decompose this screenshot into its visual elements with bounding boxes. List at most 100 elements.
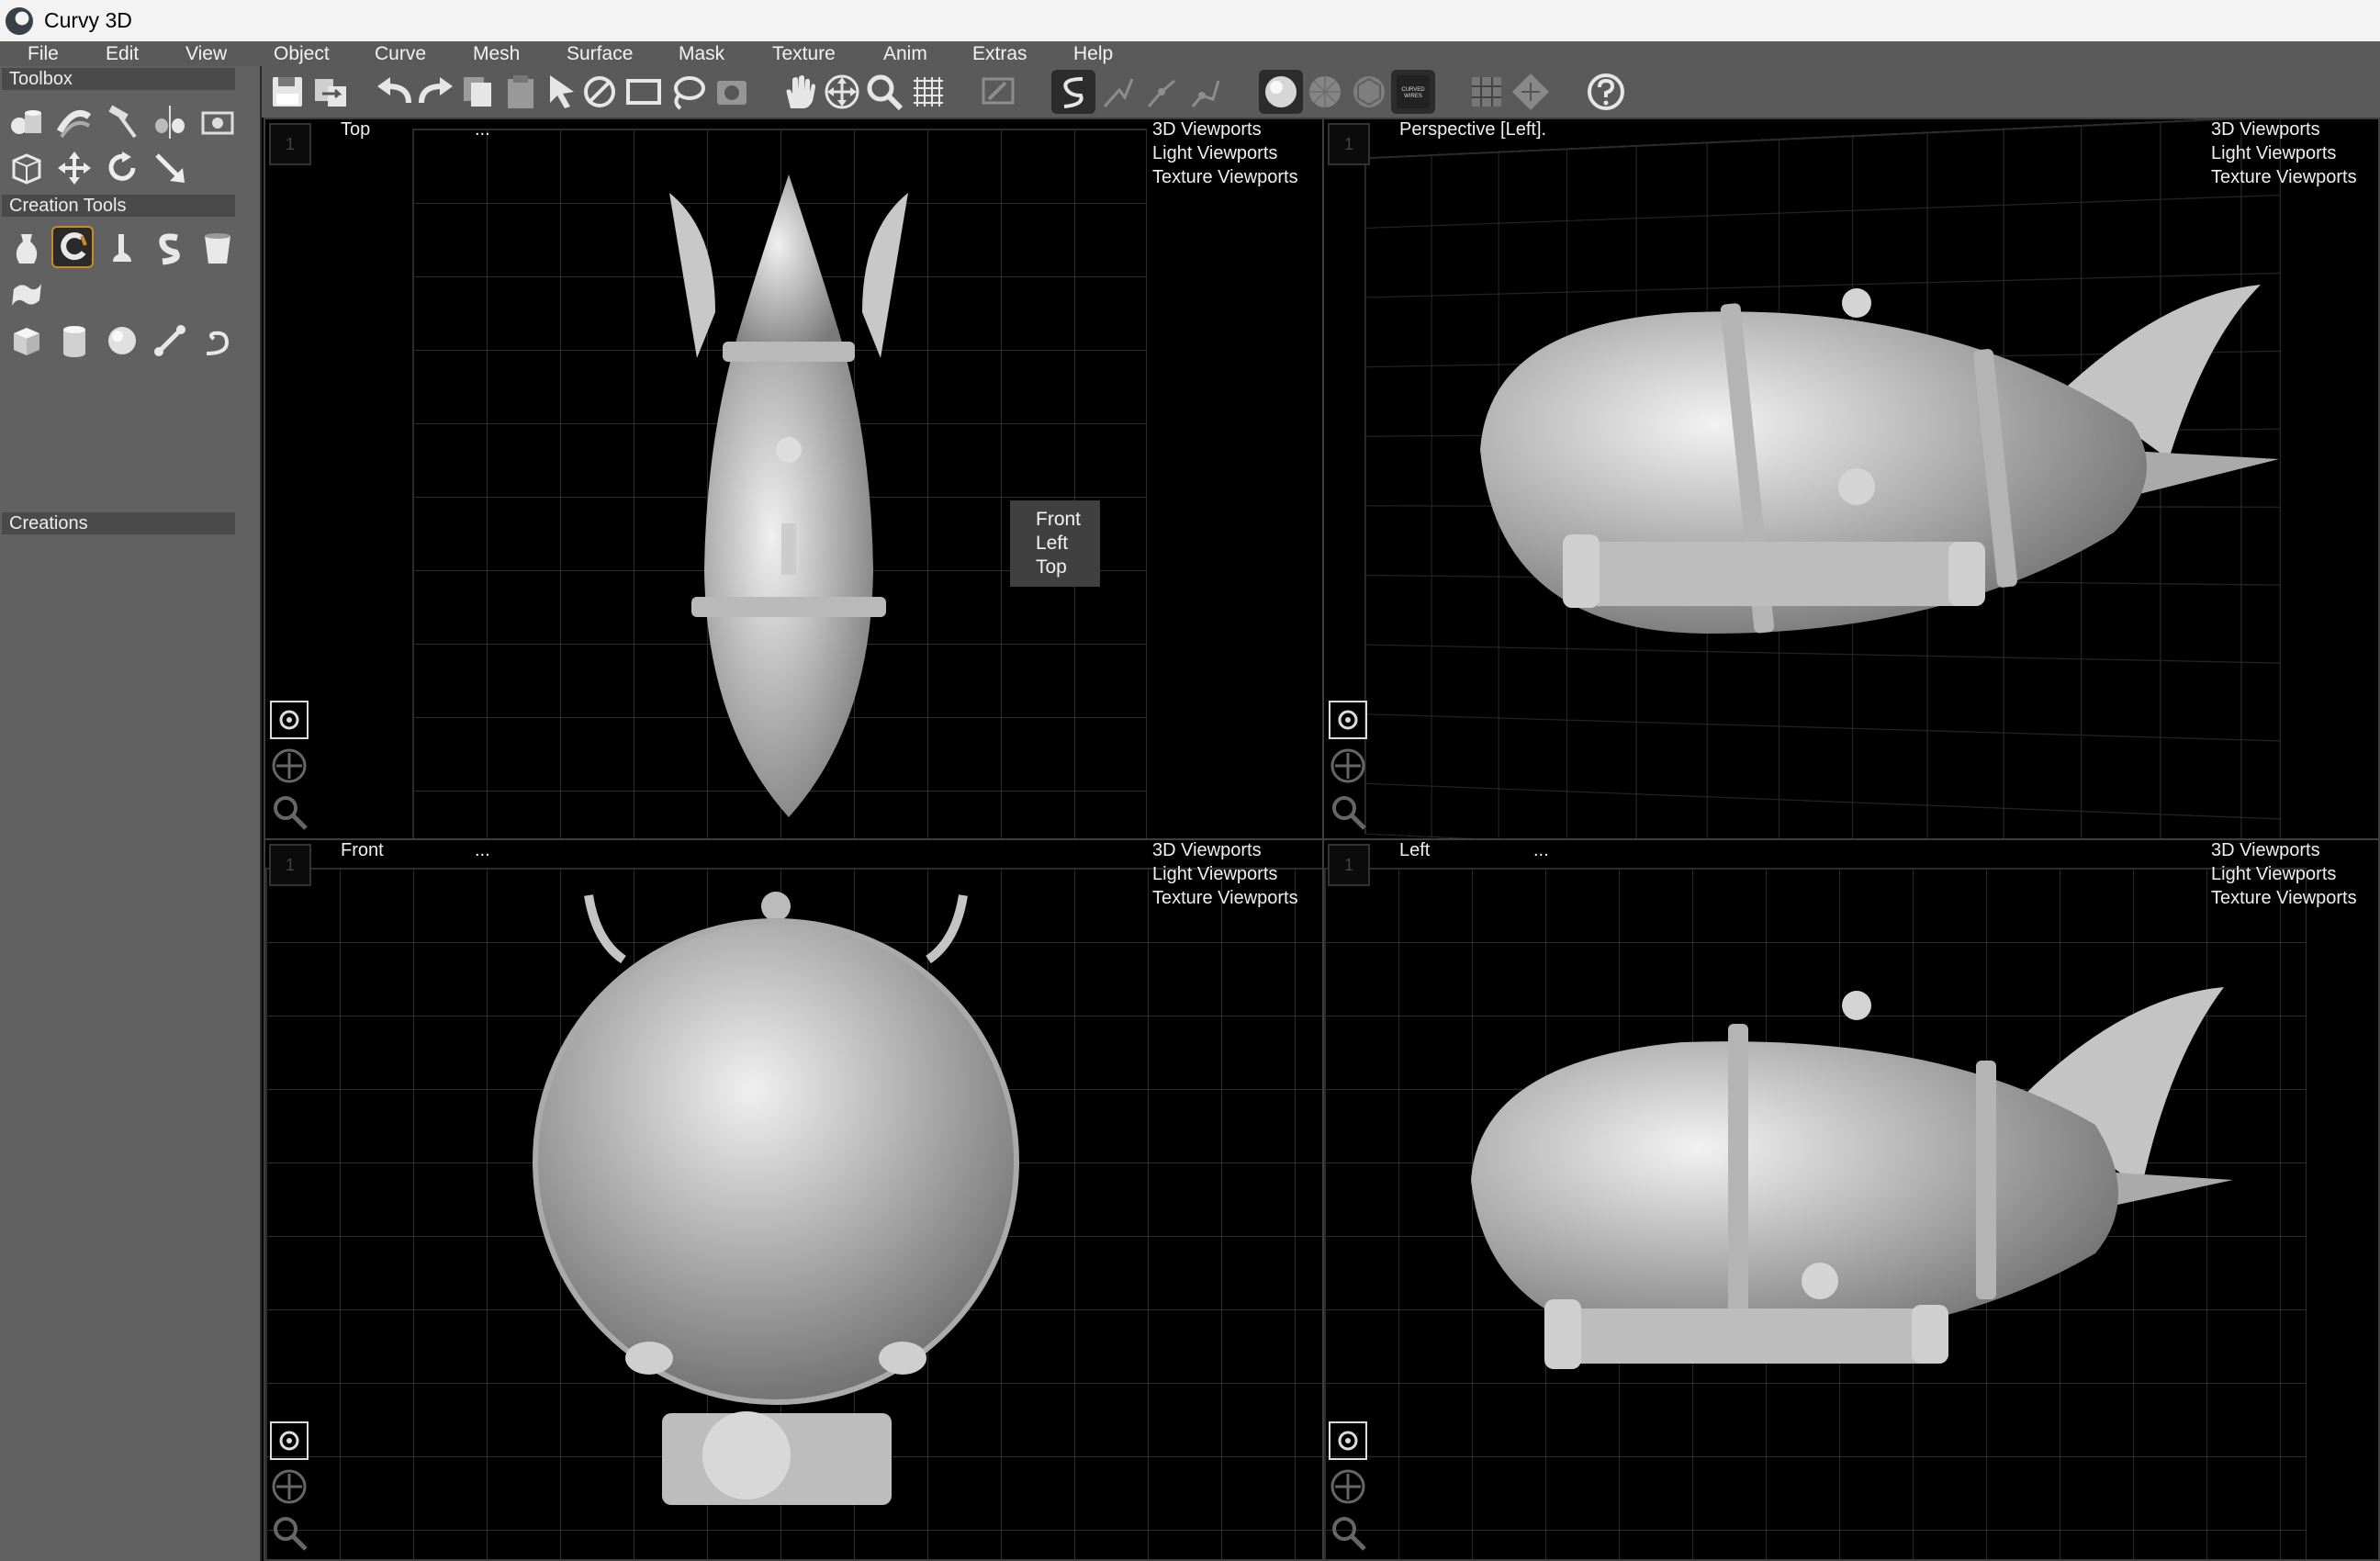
viewport-zoom-icon[interactable] [1328,1512,1368,1553]
cube-icon[interactable] [6,320,48,362]
viewport-label[interactable]: Perspective [Left]. [1399,119,1546,140]
menu-anim[interactable]: Anim [883,43,927,65]
viewport-zoom-icon[interactable] [1328,792,1368,832]
wire-sphere-icon[interactable] [1303,70,1347,114]
viewport-rotate-icon[interactable] [269,700,309,740]
extrude-icon[interactable] [101,228,143,270]
viewport-pan-icon[interactable] [269,746,309,786]
vase-icon[interactable] [6,228,48,270]
link-3d-viewports[interactable]: 3D Viewports [2211,838,2357,862]
import-icon[interactable] [309,70,354,114]
viewport-label[interactable]: Front [341,840,384,861]
viewport-pan-icon[interactable] [1328,746,1368,786]
viewport-zoom-icon[interactable] [269,1512,309,1553]
link-3d-viewports[interactable]: 3D Viewports [1152,838,1298,862]
pan-hand-icon[interactable] [778,70,822,114]
curved-wires-icon[interactable]: CURVED WIRES [1391,70,1435,114]
link-3d-viewports[interactable]: 3D Viewports [2211,118,2357,141]
viewport-label[interactable]: Left [1399,840,1430,861]
curve-add-icon[interactable] [1139,70,1184,114]
camera-icon[interactable] [710,70,754,114]
viewport-pan-icon[interactable] [1328,1466,1368,1507]
rotate-icon[interactable] [101,147,143,189]
lathe-icon[interactable] [51,226,94,268]
popup-item-front[interactable]: Front [1036,508,1100,532]
menu-edit[interactable]: Edit [106,43,139,65]
mirror-icon[interactable] [149,101,191,143]
shaded-sphere-icon[interactable] [1259,70,1303,114]
objects-icon[interactable] [6,101,48,143]
scale-icon[interactable] [149,147,191,189]
viewport-front[interactable]: 1 Front ... 3D Viewports Light Viewports… [264,838,1324,1561]
curve-icon[interactable] [1051,70,1095,114]
link-texture-viewports[interactable]: Texture Viewports [1152,165,1298,189]
deselect-icon[interactable] [578,70,622,114]
viewport-label[interactable]: Top [341,119,370,140]
copy-icon[interactable] [456,70,500,114]
menu-texture[interactable]: Texture [772,43,836,65]
paste-icon[interactable] [499,70,543,114]
paint-icon[interactable] [976,70,1020,114]
viewport-toggle-button[interactable]: 1 [1328,123,1370,165]
menu-surface[interactable]: Surface [567,43,633,65]
link-texture-viewports[interactable]: Texture Viewports [1152,886,1298,910]
sphere-icon[interactable] [101,320,143,362]
viewport-zoom-icon[interactable] [269,792,309,832]
viewport-top[interactable]: 1 Top ... 3D Viewports Light Viewports T… [264,118,1324,840]
menu-file[interactable]: File [28,43,59,65]
image-icon[interactable] [196,101,239,143]
move-view-icon[interactable] [820,70,864,114]
viewport-rotate-icon[interactable] [1328,1421,1368,1461]
curve-remove-icon[interactable] [1184,70,1228,114]
viewport-toggle-button[interactable]: 1 [269,123,311,165]
popup-item-top[interactable]: Top [1036,556,1100,579]
menu-help[interactable]: Help [1073,43,1113,65]
viewport-perspective[interactable]: 1 Perspective [Left]. 3D Viewports Light… [1322,118,2380,840]
help-icon[interactable] [1584,70,1628,114]
menu-mesh[interactable]: Mesh [473,43,520,65]
curve-edit-icon[interactable] [1095,70,1139,114]
menu-curve[interactable]: Curve [375,43,426,65]
lasso-icon[interactable] [666,70,710,114]
menu-mask[interactable]: Mask [679,43,724,65]
viewport-toggle-button[interactable]: 1 [1328,844,1370,886]
viewport-pan-icon[interactable] [269,1466,309,1507]
zoom-icon[interactable] [862,70,906,114]
viewport-rotate-icon[interactable] [1328,700,1368,740]
link-light-viewports[interactable]: Light Viewports [1152,862,1298,886]
bone-icon[interactable] [149,320,191,362]
save-icon[interactable] [265,70,309,114]
menu-view[interactable]: View [185,43,227,65]
link-light-viewports[interactable]: Light Viewports [2211,141,2357,165]
link-3d-viewports[interactable]: 3D Viewports [1152,118,1298,141]
menu-object[interactable]: Object [274,43,330,65]
viewport-menu-dots[interactable]: ... [475,119,490,140]
viewport-menu-dots[interactable]: ... [1533,840,1549,861]
link-texture-viewports[interactable]: Texture Viewports [2211,165,2357,189]
viewport-rotate-icon[interactable] [269,1421,309,1461]
grid-icon[interactable] [906,70,950,114]
bend-icon[interactable] [53,101,95,143]
grid-view-icon[interactable] [1465,70,1509,114]
diamond-view-icon[interactable] [1509,70,1553,114]
menu-extras[interactable]: Extras [972,43,1027,65]
sheet-icon[interactable] [6,274,48,316]
hammer-icon[interactable] [101,101,143,143]
cup-icon[interactable] [196,228,239,270]
redo-icon[interactable] [414,70,458,114]
popup-item-left[interactable]: Left [1036,532,1100,556]
undo-icon[interactable] [372,70,416,114]
sweep-icon[interactable] [149,228,191,270]
hex-wire-icon[interactable] [1347,70,1391,114]
link-light-viewports[interactable]: Light Viewports [1152,141,1298,165]
move-icon[interactable] [53,147,95,189]
rect-select-icon[interactable] [622,70,666,114]
cube-frame-icon[interactable] [6,147,48,189]
link-texture-viewports[interactable]: Texture Viewports [2211,886,2357,910]
cylinder-icon[interactable] [53,320,95,362]
viewport-toggle-button[interactable]: 1 [269,844,311,886]
viewport-left[interactable]: 1 Left ... 3D Viewports Light Viewports … [1322,838,2380,1561]
link-light-viewports[interactable]: Light Viewports [2211,862,2357,886]
viewport-menu-dots[interactable]: ... [475,840,490,861]
tube-icon[interactable] [196,320,239,362]
